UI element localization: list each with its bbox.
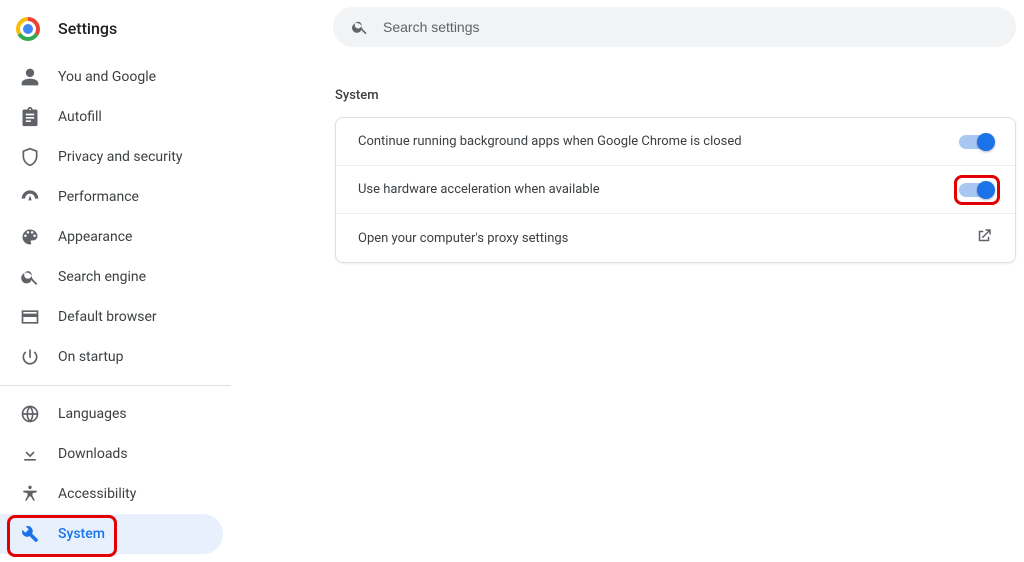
sidebar: Settings You and Google Autofill Privacy… — [0, 0, 231, 562]
sidebar-item-you[interactable]: You and Google — [0, 57, 223, 97]
page-title: Settings — [58, 19, 117, 38]
globe-icon — [20, 404, 40, 424]
sidebar-item-label: Downloads — [58, 446, 128, 462]
sidebar-item-label: Default browser — [58, 309, 157, 325]
sidebar-item-label: You and Google — [58, 69, 156, 85]
sidebar-item-autofill[interactable]: Autofill — [0, 97, 223, 137]
clipboard-icon — [20, 107, 40, 127]
power-icon — [20, 347, 40, 367]
browser-icon — [20, 307, 40, 327]
sidebar-item-label: Accessibility — [58, 486, 136, 502]
sidebar-item-label: Performance — [58, 189, 139, 205]
sidebar-divider — [0, 385, 231, 386]
sidebar-item-label: On startup — [58, 349, 124, 365]
row-bg-apps[interactable]: Continue running background apps when Go… — [336, 118, 1015, 166]
search-input[interactable] — [383, 19, 998, 35]
sidebar-item-appearance[interactable]: Appearance — [0, 217, 223, 257]
sidebar-item-performance[interactable]: Performance — [0, 177, 223, 217]
row-label: Continue running background apps when Go… — [358, 134, 742, 149]
main-content: System Continue running background apps … — [231, 0, 1024, 562]
row-proxy[interactable]: Open your computer's proxy settings — [336, 214, 1015, 262]
row-label: Use hardware acceleration when available — [358, 182, 600, 197]
sidebar-item-startup[interactable]: On startup — [0, 337, 223, 377]
row-label: Open your computer's proxy settings — [358, 231, 568, 246]
wrench-icon — [20, 524, 40, 544]
sidebar-item-label: Languages — [58, 406, 127, 422]
sidebar-item-label: System — [58, 526, 105, 542]
speed-icon — [20, 187, 40, 207]
palette-icon — [20, 227, 40, 247]
accessibility-icon — [20, 484, 40, 504]
sidebar-header: Settings — [0, 0, 231, 57]
toggle-bg-apps[interactable] — [959, 135, 993, 149]
sidebar-item-default[interactable]: Default browser — [0, 297, 223, 337]
toggle-hw-accel[interactable] — [959, 183, 993, 197]
section-title: System — [335, 88, 1024, 103]
sidebar-item-label: Privacy and security — [58, 149, 182, 165]
download-icon — [20, 444, 40, 464]
sidebar-item-system[interactable]: System — [0, 514, 223, 554]
chrome-logo-icon — [16, 17, 40, 41]
sidebar-nav[interactable]: You and Google Autofill Privacy and secu… — [0, 57, 231, 562]
sidebar-item-languages[interactable]: Languages — [0, 394, 223, 434]
sidebar-item-label: Appearance — [58, 229, 132, 245]
external-link-icon — [975, 227, 993, 249]
sidebar-item-privacy[interactable]: Privacy and security — [0, 137, 223, 177]
search-icon — [351, 18, 369, 36]
sidebar-item-search[interactable]: Search engine — [0, 257, 223, 297]
sidebar-item-label: Autofill — [58, 109, 102, 125]
person-icon — [20, 67, 40, 87]
shield-icon — [20, 147, 40, 167]
search-icon — [20, 267, 40, 287]
search-box[interactable] — [333, 7, 1016, 47]
row-hw-accel[interactable]: Use hardware acceleration when available — [336, 166, 1015, 214]
sidebar-item-label: Search engine — [58, 269, 146, 285]
sidebar-item-downloads[interactable]: Downloads — [0, 434, 223, 474]
settings-card: Continue running background apps when Go… — [335, 117, 1016, 263]
sidebar-item-accessibility[interactable]: Accessibility — [0, 474, 223, 514]
